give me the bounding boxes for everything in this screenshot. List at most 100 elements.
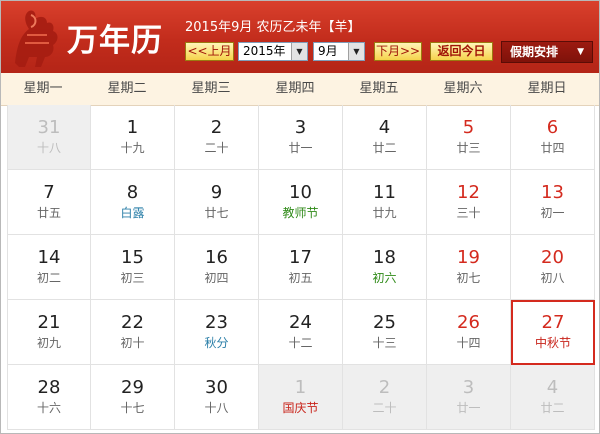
day-cell[interactable]: 2 二十 — [175, 105, 259, 170]
day-number: 30 — [205, 377, 228, 398]
day-cell[interactable]: 18 初六 — [343, 235, 427, 300]
ram-logo-icon — [15, 10, 58, 67]
month-select[interactable]: 9月 ▼ — [313, 42, 365, 61]
day-cell[interactable]: 28 十六 — [7, 365, 91, 430]
calendar-week-row: 21 初九 22 初十 23 秋分 24 十二 25 十三 26 十四 27 中秋节 — [7, 300, 595, 365]
lunar-date-label: 二十 — [204, 141, 229, 155]
day-cell[interactable]: 2 二十 — [343, 365, 427, 430]
calendar-grid: 31 十八 1 十九 2 二十 3 廿一 4 廿二 5 廿三 6 廿四 7 廿五 8 白露 9 廿七 10 教师节 11 廿九… — [7, 105, 595, 430]
day-cell[interactable]: 9 廿七 — [175, 170, 259, 235]
day-number: 19 — [457, 247, 480, 268]
lunar-date-label: 十六 — [36, 401, 61, 415]
day-number: 13 — [541, 182, 564, 203]
day-cell[interactable]: 3 廿一 — [259, 105, 343, 170]
day-number: 12 — [457, 182, 480, 203]
lunar-date-label: 十二 — [288, 336, 313, 350]
year-select[interactable]: 2015年 ▼ — [238, 42, 308, 61]
day-cell[interactable]: 11 廿九 — [343, 170, 427, 235]
holiday-schedule-label: 假期安排 — [510, 45, 559, 59]
day-number: 31 — [37, 117, 61, 138]
day-cell[interactable]: 1 十九 — [91, 105, 175, 170]
day-number: 7 — [43, 182, 55, 203]
lunar-date-label: 廿七 — [204, 206, 229, 220]
day-cell[interactable]: 14 初二 — [7, 235, 91, 300]
lunar-date-label: 廿一 — [288, 141, 313, 155]
day-cell[interactable]: 10 教师节 — [259, 170, 343, 235]
lunar-date-label: 秋分 — [204, 336, 229, 350]
day-number: 5 — [462, 117, 475, 138]
lunar-date-label: 国庆节 — [282, 401, 319, 415]
lunar-date-label: 初六 — [372, 271, 397, 285]
day-cell[interactable]: 8 白露 — [91, 170, 175, 235]
day-number: 9 — [210, 182, 223, 203]
day-number: 15 — [121, 247, 144, 268]
day-number: 23 — [205, 312, 228, 333]
day-cell[interactable]: 13 初一 — [511, 170, 595, 235]
day-number: 2 — [210, 117, 223, 138]
lunar-date-label: 初八 — [540, 271, 565, 285]
calendar-header: 万年历 2015年9月 农历乙未年【羊】 <<上月 2015年 ▼ 9月 ▼ 下… — [1, 1, 599, 73]
day-number: 27 — [541, 312, 565, 333]
weekday-header-row: 星期一 星期二 星期三 星期四 星期五 星期六 星期日 — [1, 73, 599, 106]
lunar-date-label: 十四 — [456, 336, 481, 350]
chevron-down-icon: ▼ — [291, 43, 307, 60]
day-cell[interactable]: 4 廿二 — [511, 365, 595, 430]
lunar-date-label: 十八 — [204, 401, 229, 415]
weekday-label: 星期四 — [275, 81, 315, 96]
day-cell[interactable]: 17 初五 — [259, 235, 343, 300]
day-number: 29 — [121, 377, 144, 398]
day-cell[interactable]: 22 初十 — [91, 300, 175, 365]
lunar-date-label: 廿二 — [540, 401, 565, 415]
day-cell[interactable]: 21 初九 — [7, 300, 91, 365]
day-number: 2 — [378, 377, 391, 398]
day-cell[interactable]: 7 廿五 — [7, 170, 91, 235]
lunar-date-label: 廿一 — [456, 401, 481, 415]
day-cell[interactable]: 24 十二 — [259, 300, 343, 365]
day-number: 1 — [294, 377, 307, 398]
day-cell[interactable]: 30 十八 — [175, 365, 259, 430]
day-cell[interactable]: 25 十三 — [343, 300, 427, 365]
app-title: 万年历 — [67, 23, 163, 59]
day-cell[interactable]: 15 初三 — [91, 235, 175, 300]
day-cell[interactable]: 23 秋分 — [175, 300, 259, 365]
day-number: 17 — [289, 247, 312, 268]
lunar-date-label: 初二 — [36, 271, 61, 285]
day-cell[interactable]: 20 初八 — [511, 235, 595, 300]
weekday-label: 星期日 — [527, 81, 567, 96]
weekday-label: 星期一 — [23, 81, 63, 96]
day-cell[interactable]: 4 廿二 — [343, 105, 427, 170]
prev-month-button[interactable]: <<上月 — [185, 42, 234, 61]
day-cell[interactable]: 29 十七 — [91, 365, 175, 430]
lunar-date-label: 十八 — [36, 141, 61, 155]
lunar-date-label: 二十 — [372, 401, 397, 415]
day-number: 28 — [37, 377, 61, 398]
lunar-date-label: 三十 — [456, 206, 481, 220]
day-cell[interactable]: 26 十四 — [427, 300, 511, 365]
year-select-value: 2015年 — [243, 44, 286, 58]
day-cell[interactable]: 5 廿三 — [427, 105, 511, 170]
day-cell[interactable]: 3 廿一 — [427, 365, 511, 430]
lunar-date-label: 初七 — [456, 271, 481, 285]
calendar-week-row: 28 十六 29 十七 30 十八 1 国庆节 2 二十 3 廿一 4 廿二 — [7, 365, 595, 430]
next-month-button[interactable]: 下月>> — [374, 42, 422, 61]
calendar-week-row: 7 廿五 8 白露 9 廿七 10 教师节 11 廿九 12 三十 13 初一 — [7, 170, 595, 235]
calendar-widget: 万年历 2015年9月 农历乙未年【羊】 <<上月 2015年 ▼ 9月 ▼ 下… — [0, 0, 600, 434]
day-number: 18 — [373, 247, 396, 268]
back-to-today-button[interactable]: 返回今日 — [430, 42, 493, 61]
day-number: 21 — [37, 312, 61, 333]
holiday-schedule-dropdown[interactable]: 假期安排 ▼ — [501, 41, 593, 63]
day-cell[interactable]: 19 初七 — [427, 235, 511, 300]
day-cell[interactable]: 31 十八 — [7, 105, 91, 170]
lunar-date-label: 廿四 — [540, 141, 565, 155]
lunar-date-label: 初九 — [36, 336, 61, 350]
day-cell[interactable]: 1 国庆节 — [259, 365, 343, 430]
lunar-date-label: 中秋节 — [534, 336, 571, 350]
calendar-week-row: 31 十八 1 十九 2 二十 3 廿一 4 廿二 5 廿三 6 廿四 — [7, 105, 595, 170]
lunar-date-label: 教师节 — [282, 206, 319, 220]
day-cell[interactable]: 6 廿四 — [511, 105, 595, 170]
lunar-date-label: 初四 — [204, 271, 229, 285]
day-number: 8 — [126, 182, 139, 203]
day-cell[interactable]: 12 三十 — [427, 170, 511, 235]
day-cell[interactable]: 16 初四 — [175, 235, 259, 300]
day-cell-selected[interactable]: 27 中秋节 — [511, 300, 595, 365]
